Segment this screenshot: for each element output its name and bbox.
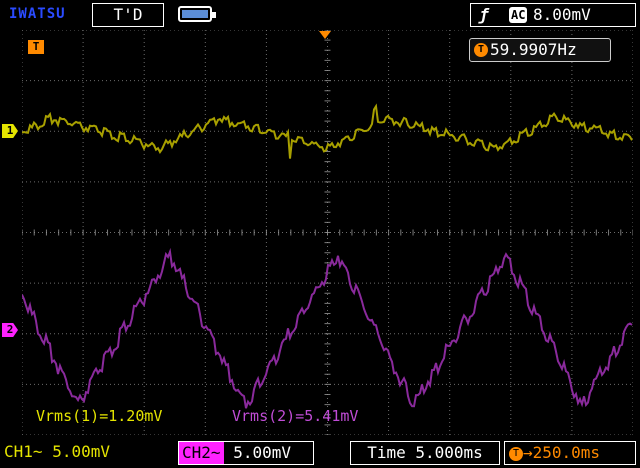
ch1-measurement: Vrms(1)=1.20mV bbox=[36, 407, 163, 425]
trigger-level: 8.00mV bbox=[533, 5, 591, 24]
rising-edge-icon: ƒ bbox=[479, 5, 489, 24]
ch1-coupling: ~ bbox=[32, 442, 43, 461]
battery-icon bbox=[178, 6, 216, 22]
trigger-delay-indicator[interactable]: T →250.0ms bbox=[504, 441, 636, 465]
brand-logo: IWATSU bbox=[9, 6, 66, 22]
trigger-position-marker: T bbox=[28, 40, 44, 54]
timebase-indicator[interactable]: Time 5.000ms bbox=[350, 441, 500, 465]
trigger-coupling: AC bbox=[509, 7, 528, 23]
ch2-scale: 5.00mV bbox=[233, 443, 291, 462]
ch1-offset-marker[interactable]: 1 bbox=[2, 124, 18, 138]
trigger-mode-indicator[interactable]: T'D bbox=[92, 3, 164, 27]
frequency-badge: T bbox=[474, 43, 488, 57]
ch1-label: CH1 bbox=[4, 442, 33, 461]
bottom-status-bar: CH1~ 5.00mV CH2~ 5.00mV Time 5.000ms T →2… bbox=[0, 436, 640, 468]
waveform-display[interactable] bbox=[22, 30, 633, 435]
time-scale: 5.000ms bbox=[415, 443, 483, 462]
ch2-coupling: ~ bbox=[210, 443, 221, 462]
time-label: Time bbox=[367, 443, 406, 462]
delay-value: →250.0ms bbox=[523, 443, 601, 462]
frequency-value: 59.9907Hz bbox=[490, 40, 577, 59]
trigger-time-arrow-icon bbox=[319, 31, 331, 39]
delay-badge: T bbox=[509, 446, 523, 461]
graticule-grid bbox=[22, 30, 633, 435]
trigger-settings[interactable]: ƒ AC 8.00mV bbox=[470, 3, 636, 27]
ch2-label: CH2 bbox=[182, 443, 211, 462]
ch2-offset-marker[interactable]: 2 bbox=[2, 323, 18, 337]
ch1-scale-indicator[interactable]: CH1~ 5.00mV bbox=[4, 441, 110, 463]
ch1-scale: 5.00mV bbox=[52, 442, 110, 461]
frequency-readout: T 59.9907Hz bbox=[469, 38, 611, 62]
top-status-bar: IWATSU T'D ƒ AC 8.00mV bbox=[0, 0, 640, 30]
ch2-measurement: Vrms(2)=5.41mV bbox=[232, 407, 359, 425]
ch2-scale-indicator[interactable]: CH2~ 5.00mV bbox=[178, 441, 314, 465]
